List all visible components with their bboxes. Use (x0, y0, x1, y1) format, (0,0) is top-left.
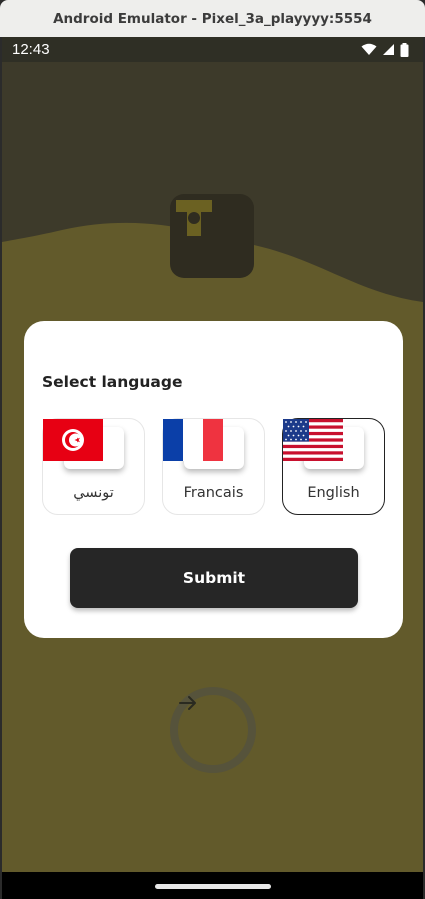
arrow-right-icon (179, 696, 196, 710)
phone-screen: 12:43 Select language تونسي Francais Eng… (2, 37, 423, 899)
language-option-tunisian[interactable]: تونسي (42, 418, 145, 515)
language-label-tunisian: تونسي (73, 485, 114, 501)
app-background: Select language تونسي Francais English S… (2, 62, 423, 872)
usa-flag-icon (283, 419, 364, 469)
submit-button[interactable]: Submit (70, 548, 358, 608)
app-logo (170, 194, 254, 278)
status-icons (361, 42, 409, 57)
signal-icon (383, 44, 394, 55)
dialog-title: Select language (42, 373, 183, 391)
next-button[interactable] (170, 687, 256, 773)
wifi-icon (361, 43, 377, 55)
language-label-english: English (307, 485, 360, 501)
app-logo-icon (176, 200, 212, 236)
battery-icon (400, 42, 409, 57)
language-option-french[interactable]: Francais (162, 418, 265, 515)
france-flag-icon (163, 419, 244, 469)
status-bar: 12:43 (2, 37, 423, 62)
window-title: Android Emulator - Pixel_3a_playyyy:5554 (53, 10, 372, 27)
emulator-title-bar: Android Emulator - Pixel_3a_playyyy:5554 (0, 0, 425, 37)
tunisia-flag-icon (43, 419, 124, 469)
language-label-french: Francais (183, 485, 244, 501)
home-gesture-handle[interactable] (155, 884, 271, 889)
language-option-english[interactable]: English (282, 418, 385, 515)
language-dialog: Select language تونسي Francais English S… (24, 321, 403, 638)
status-time: 12:43 (12, 41, 50, 58)
